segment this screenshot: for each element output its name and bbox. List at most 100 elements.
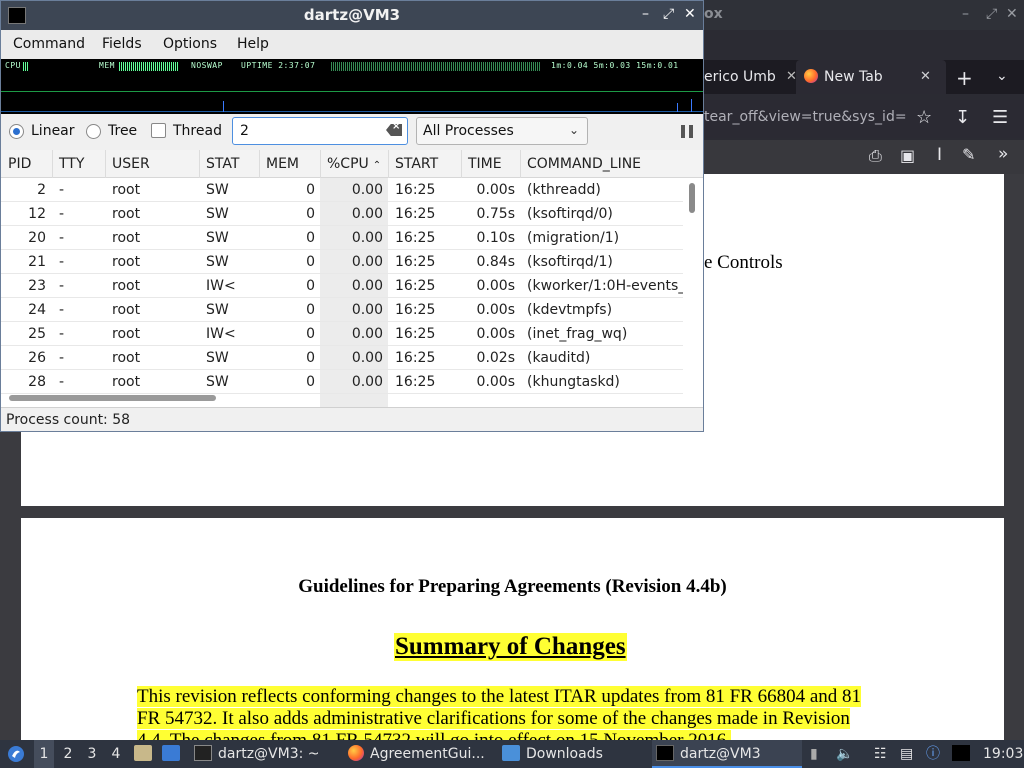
notification-icon[interactable]: ⓘ [926, 740, 940, 768]
tab-1[interactable]: erico Umb ✕ [704, 60, 797, 94]
table-row[interactable]: 20- root SW 0 0.00 16:25 0.10s (migration/1) [1, 226, 683, 250]
cell-cpu: 0.00 [351, 230, 383, 246]
table-row[interactable]: 26- root SW 0 0.00 16:25 0.02s (kauditd) [1, 346, 683, 370]
save-icon[interactable]: ▣ [900, 146, 915, 165]
uptime-label: UPTIME 2:37:07 [241, 61, 316, 70]
taskbar-window-terminal[interactable]: dartz@VM3: ~ [194, 740, 320, 768]
mem-history-line [1, 111, 703, 112]
workspace-1[interactable]: 1 [34, 740, 54, 768]
pause-icon[interactable] [681, 125, 695, 138]
clipboard-icon[interactable]: ☷ [874, 740, 887, 768]
window-label: Downloads [526, 746, 603, 762]
cell-stat: SW [206, 230, 229, 246]
bookmark-star-icon[interactable]: ☆ [916, 107, 932, 128]
cell-cmd: (inet_frag_wq) [527, 326, 628, 342]
table-row[interactable]: 2- root SW 0 0.00 16:25 0.00s (kthreadd) [1, 178, 683, 202]
cell-stat: SW [206, 206, 229, 222]
minimize-icon[interactable]: – [642, 6, 649, 22]
cell-tty: - [59, 182, 65, 198]
cell-mem: 0 [306, 350, 315, 366]
process-filter-select[interactable]: All Processes ⌄ [416, 117, 588, 145]
tree-radio[interactable] [86, 124, 101, 139]
cell-mem: 0 [306, 326, 315, 342]
table-row[interactable]: 23- root IW< 0 0.00 16:25 0.00s (kworker/1:0H-e… [1, 274, 683, 298]
column-stat[interactable]: STAT [199, 150, 260, 178]
cell-pid: 21 [28, 254, 46, 270]
close-icon[interactable]: ✕ [1006, 6, 1018, 22]
menu-command[interactable]: Command [13, 36, 85, 52]
draw-tool-icon[interactable]: ✎ [962, 145, 975, 164]
tray-scroll-icon[interactable]: ▮ [810, 740, 818, 768]
workspace-3[interactable]: 3 [82, 740, 102, 768]
graph-spike [691, 99, 692, 112]
column-mem[interactable]: MEM [259, 150, 321, 178]
cell-user: root [112, 278, 141, 294]
new-tab-icon[interactable]: + [956, 66, 973, 90]
cell-tty: - [59, 254, 65, 270]
print-icon[interactable]: ⎙ [869, 146, 882, 166]
column-time[interactable]: TIME [461, 150, 521, 178]
cell-stat: SW [206, 182, 229, 198]
column-start[interactable]: START [388, 150, 462, 178]
cell-cmd: (kauditd) [527, 350, 591, 366]
tab-list-icon[interactable]: ⌄ [996, 68, 1008, 84]
cell-user: root [112, 326, 141, 342]
file-manager-launcher-icon[interactable] [134, 740, 158, 768]
menu-help[interactable]: Help [237, 36, 269, 52]
table-row[interactable]: 25- root IW< 0 0.00 16:25 0.00s (inet_frag_wq) [1, 322, 683, 346]
maximize-icon[interactable]: ⤢ [663, 6, 674, 22]
thread-label[interactable]: Thread [173, 123, 222, 139]
url-field[interactable]: tear_off&view=true&sys_id= [704, 109, 907, 125]
workspace-2[interactable]: 2 [58, 740, 78, 768]
close-icon[interactable]: ✕ [684, 6, 696, 22]
process-table: PID TTY USER STAT MEM %CPU ⌃ START TIME C… [1, 150, 703, 407]
menu-icon[interactable]: ☰ [992, 107, 1008, 128]
column-user[interactable]: USER [105, 150, 200, 178]
thread-checkbox[interactable] [151, 123, 166, 138]
table-row[interactable]: 28- root SW 0 0.00 16:25 0.00s (khungtaskd) [1, 370, 683, 394]
downloads-icon[interactable]: ↧ [955, 107, 970, 128]
cell-pid: 26 [28, 350, 46, 366]
filter-input[interactable]: 2 × [232, 117, 408, 145]
clear-filter-icon[interactable]: × [386, 124, 402, 136]
column-cpu[interactable]: %CPU ⌃ [320, 150, 389, 178]
table-row[interactable]: 21- root SW 0 0.00 16:25 0.84s (ksoftirqd/1) [1, 250, 683, 274]
taskbar-window-firefox[interactable]: AgreementGui... [348, 740, 485, 768]
column-tty[interactable]: TTY [52, 150, 106, 178]
text-tool-icon[interactable]: I [937, 145, 942, 165]
minimize-icon[interactable]: – [962, 6, 969, 22]
table-row[interactable]: 24- root SW 0 0.00 16:25 0.00s (kdevtmpfs) [1, 298, 683, 322]
vertical-scrollbar[interactable] [689, 183, 695, 213]
menu-fields[interactable]: Fields [102, 36, 142, 52]
cell-tty: - [59, 278, 65, 294]
app-menu-icon[interactable] [6, 740, 28, 768]
table-row[interactable]: 12- root SW 0 0.00 16:25 0.75s (ksoftirqd/0) [1, 202, 683, 226]
paragraph-line: FR 54732. It also adds administrative cl… [137, 708, 850, 729]
horizontal-scrollbar[interactable] [9, 395, 216, 401]
volume-icon[interactable]: 🔈 [836, 740, 853, 768]
tree-label[interactable]: Tree [108, 123, 137, 139]
column-pid[interactable]: PID [1, 150, 53, 178]
cell-start: 16:25 [395, 350, 436, 366]
paragraph-line: 4.4. The changes from 81 FR 54732 will g… [137, 730, 732, 740]
linear-radio[interactable] [9, 124, 24, 139]
menu-options[interactable]: Options [163, 36, 217, 52]
linear-label[interactable]: Linear [31, 123, 75, 139]
page-text-fragment: e Controls [704, 252, 783, 273]
cell-stat: SW [206, 302, 229, 318]
cell-cpu: 0.00 [351, 350, 383, 366]
task-manager-tray-icon[interactable] [952, 740, 972, 768]
tab-2[interactable]: New Tab ✕ [796, 60, 946, 94]
workspace-4[interactable]: 4 [106, 740, 126, 768]
column-command-line[interactable]: COMMAND_LINE [520, 150, 703, 178]
cell-tty: - [59, 374, 65, 390]
cell-stat: SW [206, 350, 229, 366]
close-tab-icon[interactable]: ✕ [920, 60, 931, 94]
maximize-icon[interactable]: ⤢ [986, 6, 997, 22]
network-icon[interactable]: ▤ [900, 740, 913, 768]
taskbar-window-task-manager[interactable]: dartz@VM3 [652, 740, 802, 768]
more-tools-icon[interactable]: » [998, 144, 1008, 164]
taskbar-window-downloads[interactable]: Downloads [502, 740, 603, 768]
cell-user: root [112, 206, 141, 222]
desktop-launcher-icon[interactable] [162, 740, 186, 768]
